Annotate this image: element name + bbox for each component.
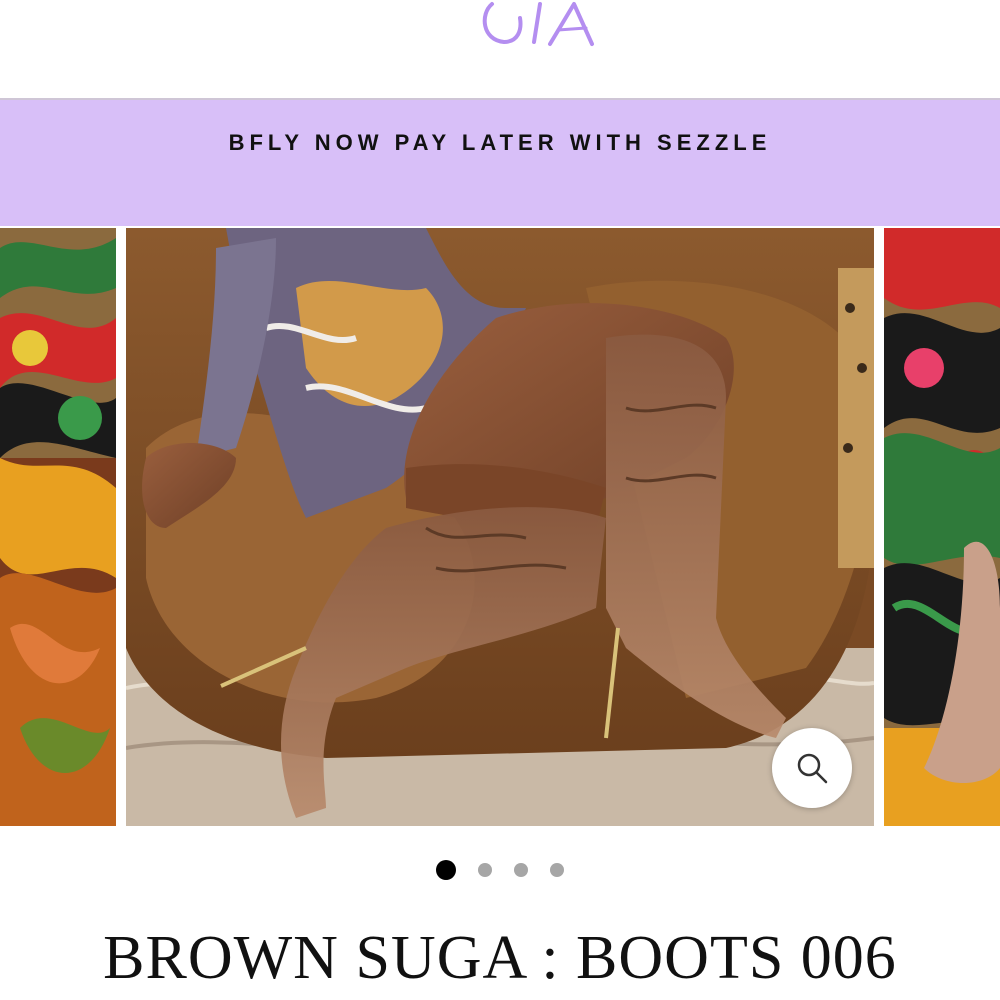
product-photo-icon [0,228,116,826]
product-title: BROWN SUGA : BOOTS 006 [103,924,897,992]
product-image-carousel[interactable] [0,228,1000,828]
carousel-slide-next[interactable] [884,228,1000,826]
magnifier-icon [797,753,828,784]
logo-icon[interactable] [470,0,620,48]
carousel-dot-3[interactable] [514,863,528,877]
carousel-slide-current[interactable] [126,228,874,826]
carousel-dot-4[interactable] [550,863,564,877]
promo-banner[interactable]: BFLY NOW PAY LATER WITH SEZZLE [0,100,1000,226]
carousel-dot-1[interactable] [436,860,456,880]
product-photo-icon [884,228,1000,826]
header [0,0,1000,98]
carousel-dot-2[interactable] [478,863,492,877]
promo-text: BFLY NOW PAY LATER WITH SEZZLE [228,130,772,155]
zoom-button[interactable] [772,728,852,808]
product-photo-icon [126,228,874,826]
carousel-slide-previous[interactable] [0,228,116,826]
carousel-pagination [0,858,1000,882]
